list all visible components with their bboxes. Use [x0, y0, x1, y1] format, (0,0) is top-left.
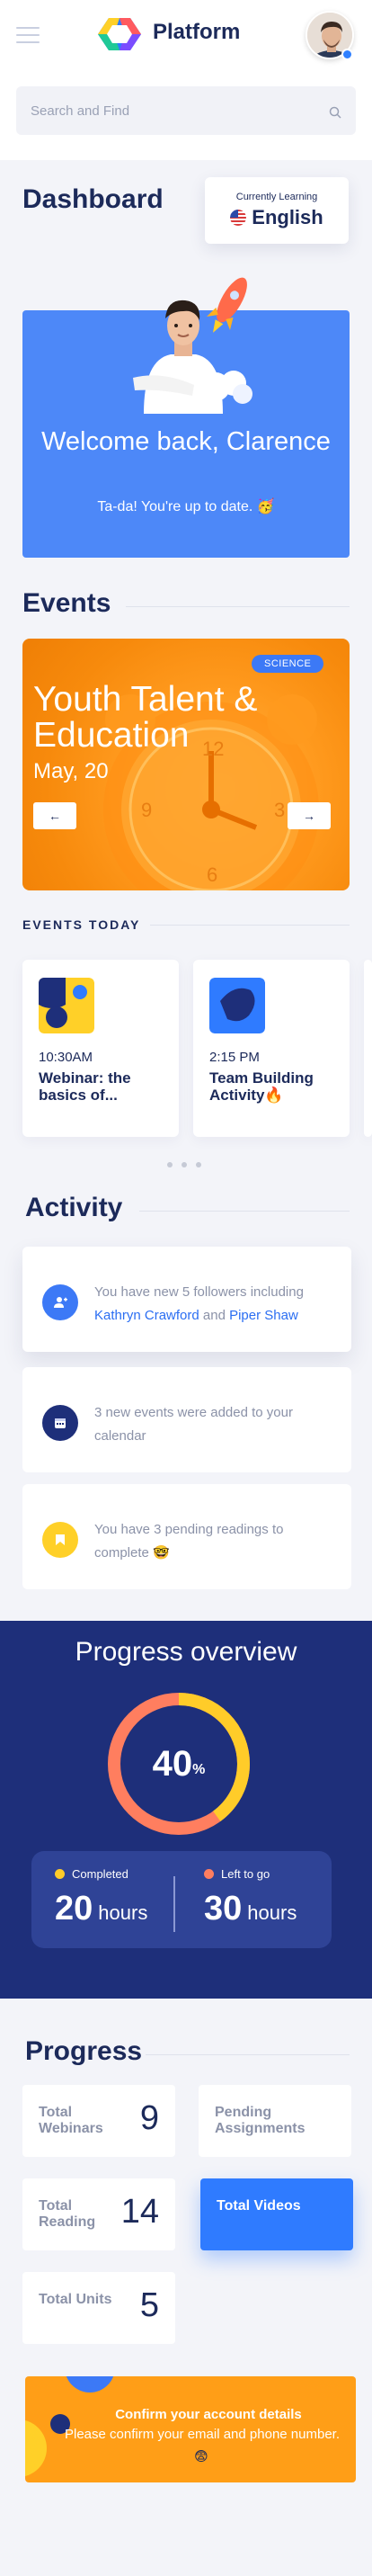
activity-item[interactable]: 3 new events were added to your calendar: [22, 1367, 351, 1472]
divider: [150, 925, 350, 926]
completed-stat: Completed 20 hours: [55, 1867, 148, 1928]
platform-logo-icon: [98, 18, 141, 50]
stat-card-webinars[interactable]: Total Webinars 9: [22, 2085, 175, 2157]
activity-item[interactable]: You have 3 pending readings to complete …: [22, 1484, 351, 1589]
event-title: Webinar: the basics of...: [39, 1069, 131, 1104]
divider: [146, 2054, 350, 2055]
arrow-left-icon: ←: [49, 809, 61, 823]
activity-text: You have 3 pending readings to complete …: [94, 1522, 284, 1561]
event-category-badge: SCIENCE: [252, 655, 324, 673]
featured-event-card[interactable]: 12 3 6 9 SCIENCE Youth Talent & Educatio…: [22, 639, 350, 890]
menu-icon[interactable]: [16, 27, 40, 43]
activity-text: and: [199, 1308, 230, 1323]
event-time: 2:15 PM: [209, 1050, 260, 1065]
activity-text: 3 new events were added to your calendar: [94, 1405, 293, 1444]
progress-section-title: Progress: [25, 2036, 143, 2066]
page-title: Dashboard: [22, 184, 164, 214]
stat-card-reading[interactable]: Total Reading 14: [22, 2178, 175, 2250]
character-illustration: [133, 277, 252, 414]
search-icon[interactable]: [329, 106, 341, 119]
confirm-title: Confirm your account details: [115, 2407, 302, 2422]
donut-percent: 40%: [152, 1743, 206, 1784]
welcome-title: Welcome back, Clarence: [41, 427, 331, 456]
hours-summary: Completed 20 hours Left to go 30 hours: [31, 1851, 332, 1948]
event-today-card[interactable]: 10:30AM Webinar: the basics of...: [22, 960, 179, 1137]
us-flag-icon: [230, 210, 247, 226]
user-add-icon: [42, 1284, 78, 1320]
carousel-pagination[interactable]: [167, 1162, 201, 1167]
next-event-button[interactable]: →: [288, 802, 331, 829]
stat-card-videos[interactable]: Total Videos: [200, 2178, 353, 2250]
webinar-icon: [39, 978, 94, 1033]
completed-legend-dot: [55, 1869, 65, 1879]
activity-section-title: Activity: [25, 1193, 123, 1222]
event-time: 10:30AM: [39, 1050, 93, 1065]
event-today-card-peek[interactable]: [364, 960, 372, 1137]
progress-overview-panel: Progress overview 40% Completed 20 hours …: [0, 1621, 372, 1999]
divider: [139, 1211, 350, 1212]
top-header: Platform: [0, 0, 372, 70]
team-activity-icon: [209, 978, 265, 1033]
activity-text: You have new 5 followers including: [94, 1284, 304, 1300]
left-legend-dot: [204, 1869, 214, 1879]
worried-emoji-icon: 😨: [194, 2449, 208, 2464]
brand-name: Platform: [153, 20, 241, 44]
arrow-right-icon: →: [303, 809, 315, 823]
prev-event-button[interactable]: ←: [33, 802, 76, 829]
left-stat: Left to go 30 hours: [204, 1867, 297, 1928]
calendar-icon: [42, 1405, 78, 1441]
stat-card-assignments[interactable]: Pending Assignments: [199, 2085, 351, 2157]
svg-text:3: 3: [274, 799, 285, 821]
divider: [126, 606, 350, 607]
svg-text:9: 9: [141, 799, 152, 821]
user-link[interactable]: Piper Shaw: [229, 1308, 298, 1323]
activity-item[interactable]: You have new 5 followers including Kathr…: [22, 1247, 351, 1352]
current-language: English: [252, 206, 323, 228]
event-title: Youth Talent & Education: [33, 680, 258, 755]
events-section-title: Events: [22, 588, 111, 618]
event-date: May, 20: [33, 759, 109, 783]
stat-card-units[interactable]: Total Units 5: [22, 2272, 175, 2344]
events-today-heading: EVENTS TODAY: [22, 917, 141, 932]
divider: [173, 1876, 175, 1932]
learning-caption: Currently Learning: [235, 192, 318, 202]
online-status-dot: [341, 49, 353, 60]
search-input[interactable]: [16, 86, 356, 135]
language-selector[interactable]: Currently Learning English: [205, 177, 349, 244]
user-link[interactable]: Kathryn Crawford: [94, 1308, 199, 1323]
confirm-body: Please confirm your email and phone numb…: [64, 2427, 340, 2442]
event-today-card[interactable]: 2:15 PM Team Building Activity🔥: [193, 960, 350, 1137]
overview-title: Progress overview: [75, 1637, 297, 1667]
bookmark-icon: [42, 1522, 78, 1558]
event-title: Team Building Activity🔥: [209, 1069, 314, 1104]
decorative-shape: [65, 2376, 115, 2393]
welcome-subtitle: Ta-da! You're up to date. 🥳: [97, 499, 275, 514]
confirm-account-banner[interactable]: Confirm your account details Please conf…: [25, 2376, 356, 2482]
search-bar-container: [0, 70, 372, 160]
svg-text:6: 6: [207, 863, 217, 886]
